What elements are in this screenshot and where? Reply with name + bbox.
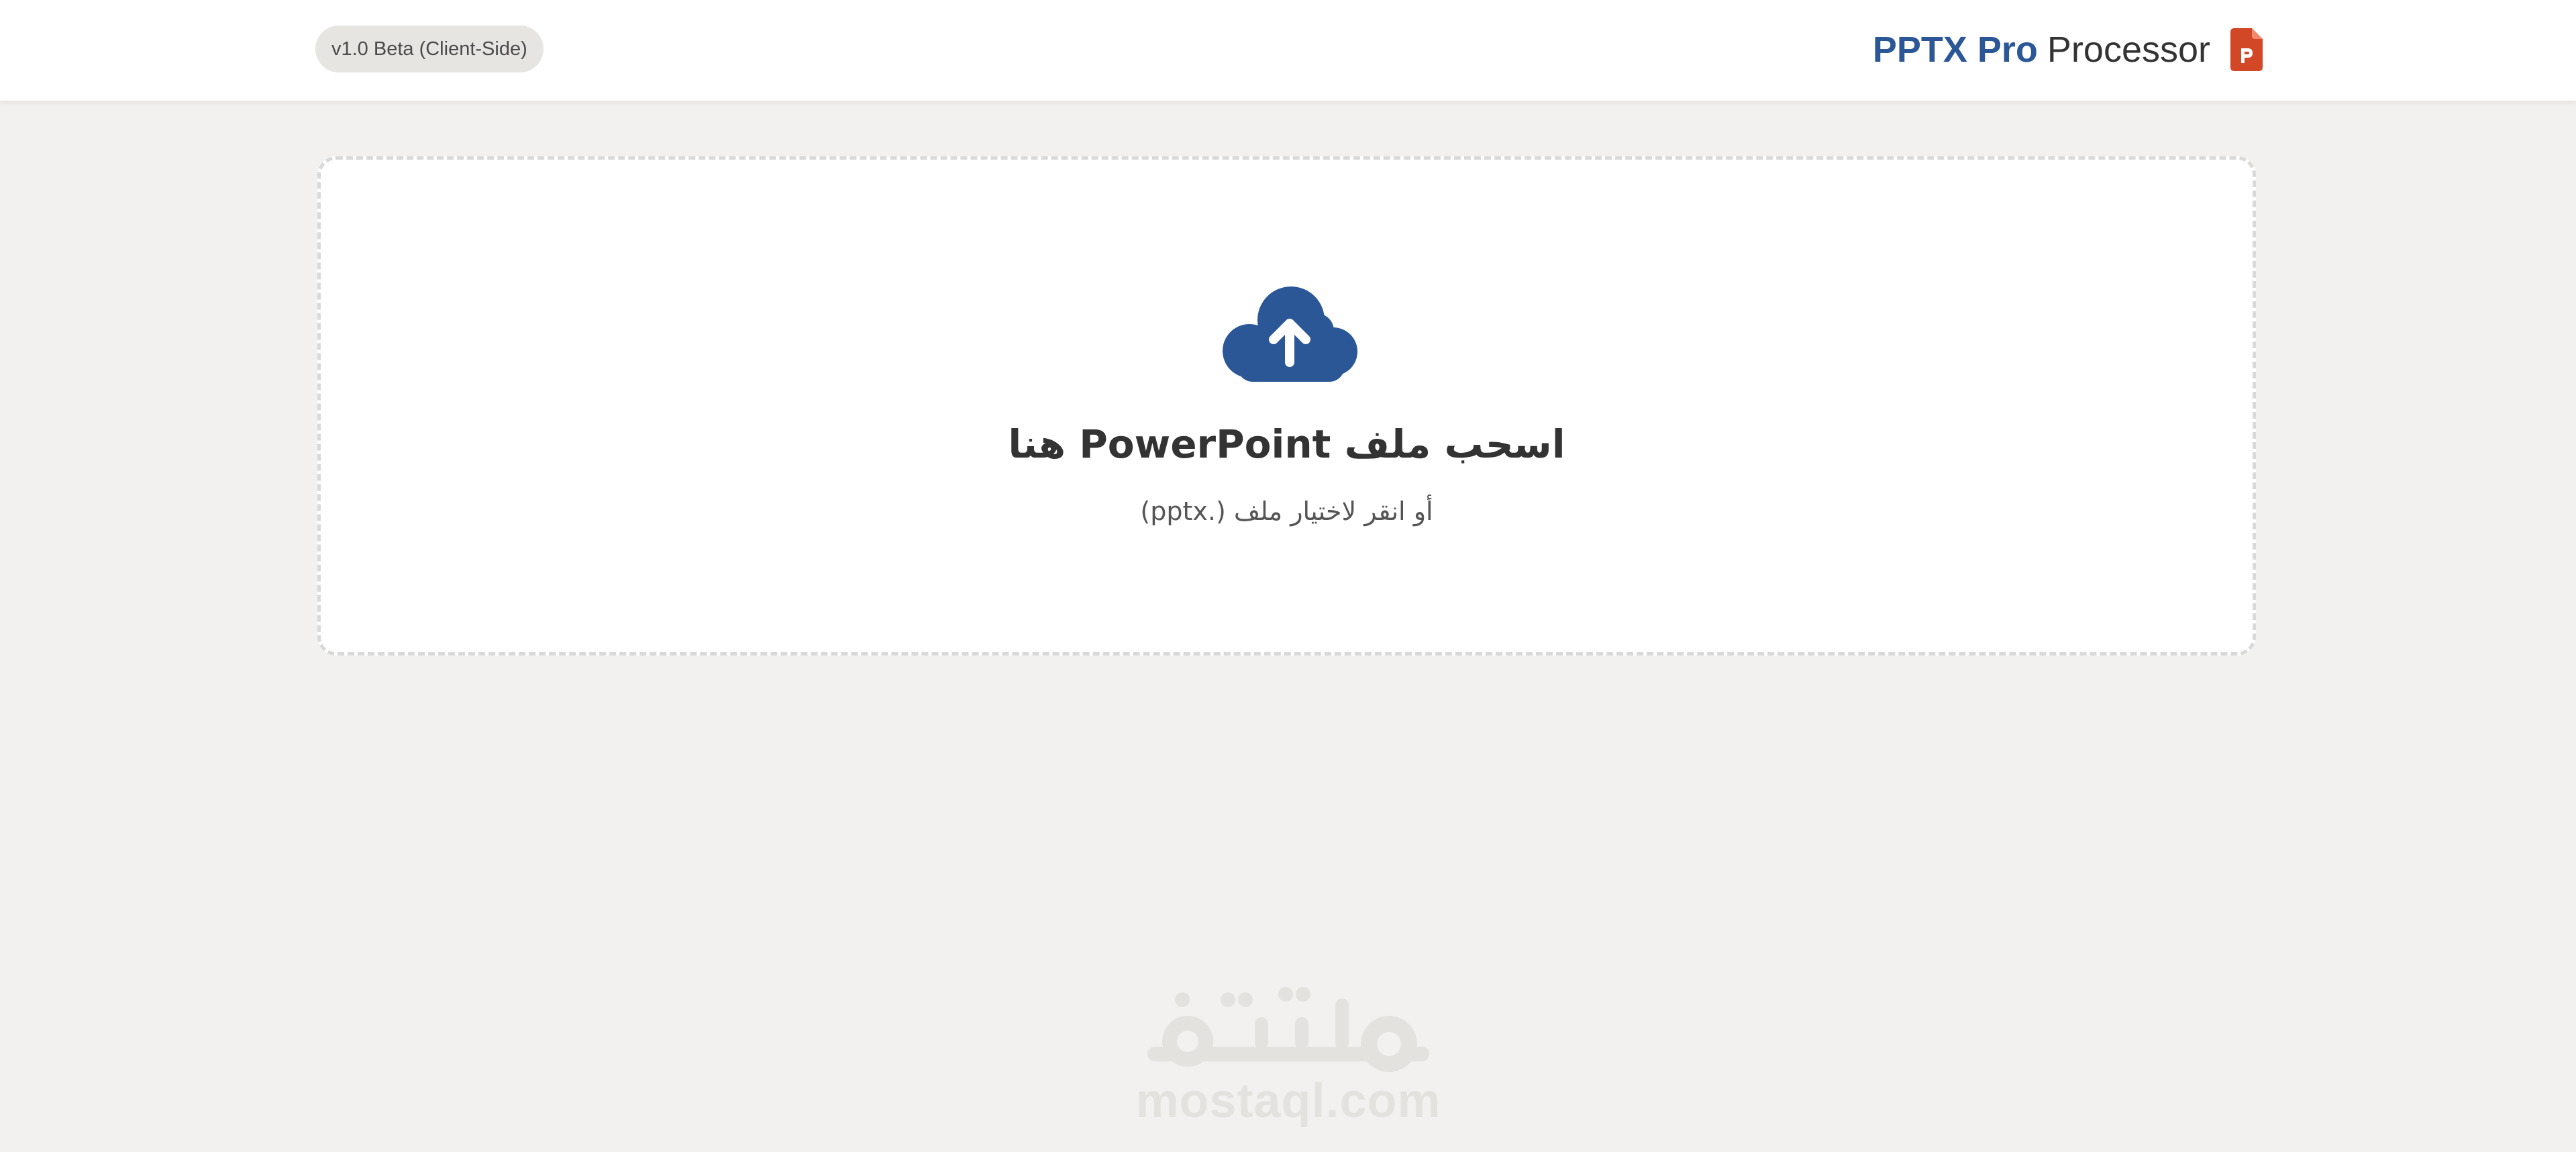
powerpoint-file-icon <box>2230 28 2263 71</box>
drop-zone-title: اسحب ملف PowerPoint هنا <box>1008 421 1565 467</box>
brand: PPTX Pro Processor <box>1873 25 2263 74</box>
brand-name-light: Processor <box>2047 30 2210 70</box>
file-drop-zone[interactable]: اسحب ملف PowerPoint هنا أو انقر لاختيار … <box>317 156 2256 656</box>
cloud-upload-icon <box>1223 286 1357 382</box>
watermark-domain: mostaql.com <box>1135 1074 1441 1128</box>
brand-name-strong: PPTX Pro <box>1872 30 2038 70</box>
version-badge: v1.0 Beta (Client-Side) <box>315 25 544 72</box>
mostaql-logo <box>1147 987 1429 1072</box>
app-header: v1.0 Beta (Client-Side) PPTX Pro Processo… <box>0 0 2576 101</box>
drop-zone-subtitle: أو انقر لاختيار ملف (.pptx) <box>1140 496 1433 526</box>
mostaql-watermark: mostaql.com <box>1134 980 1443 1134</box>
brand-name: PPTX Pro Processor <box>1873 29 2210 70</box>
